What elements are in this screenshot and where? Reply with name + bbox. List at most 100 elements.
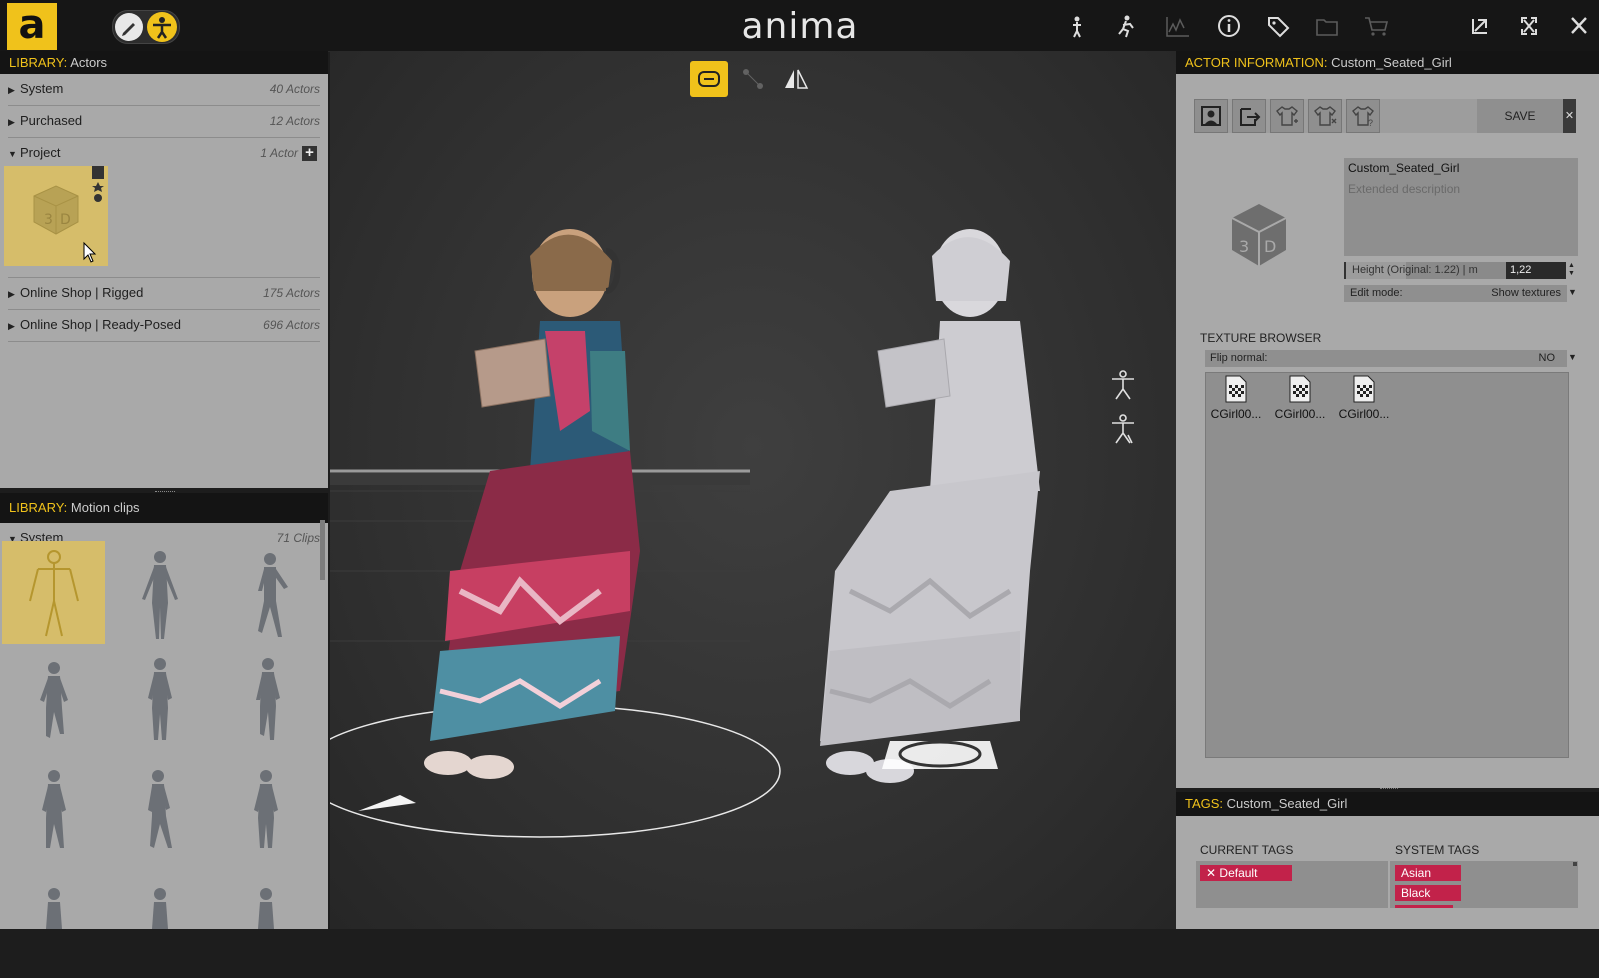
undock-icon[interactable] (1464, 12, 1494, 40)
scrollbar[interactable] (320, 520, 325, 580)
texture-file[interactable]: CGirl00... (1336, 374, 1392, 421)
tag-chip-default[interactable]: ✕ Default (1200, 865, 1292, 881)
actor-info-name: Custom_Seated_Girl (1331, 55, 1452, 70)
close-panel-button[interactable]: ✕ (1563, 99, 1576, 133)
flip-normal-value: NO (1538, 352, 1556, 364)
library-row-online-ready-posed[interactable]: ▶ Online Shop | Ready-Posed 696 Actors (8, 310, 320, 342)
motion-clip-row-partial (2, 870, 322, 929)
textured-actor-model (424, 229, 640, 779)
motion-clip-thumbnail[interactable] (214, 541, 317, 644)
system-tag-partial (1395, 905, 1453, 908)
flip-normal-select[interactable]: Flip normal: NO (1205, 350, 1567, 367)
motion-icon[interactable] (1110, 12, 1144, 40)
actor-info-header: ACTOR INFORMATION: Custom_Seated_Girl (1176, 51, 1599, 74)
svg-text:?: ? (1368, 118, 1373, 128)
export-icon[interactable] (1232, 99, 1266, 133)
texture-file-icon (1225, 375, 1247, 403)
library-prefix: LIBRARY: (9, 55, 68, 70)
dropdown-arrow-icon[interactable]: ▼ (1568, 287, 1577, 297)
expand-arrow-icon: ▶ (8, 117, 15, 127)
row-count: 175 Actors (263, 286, 320, 300)
row-label: Online Shop | Ready-Posed (20, 317, 181, 332)
tags-prefix: TAGS: (1185, 796, 1224, 811)
svg-text:D: D (60, 212, 71, 228)
close-window-icon[interactable] (1564, 12, 1594, 40)
current-tags-label: CURRENT TAGS (1200, 843, 1294, 857)
status-bar (0, 929, 1599, 978)
mode-switch[interactable] (112, 10, 180, 44)
mirror-icon[interactable] (782, 66, 810, 92)
resize-handle[interactable] (1380, 788, 1398, 791)
system-tag-asian[interactable]: Asian (1395, 865, 1461, 881)
remove-tag-icon[interactable]: ✕ (1206, 866, 1216, 880)
system-tag-black[interactable]: Black (1395, 885, 1461, 901)
collapse-arrow-icon: ▼ (8, 149, 17, 159)
texture-browser-label: TEXTURE BROWSER (1200, 331, 1322, 345)
texture-file[interactable]: CGirl00... (1272, 374, 1328, 421)
actors-library-title: Actors (70, 55, 108, 70)
height-label: Height (Original: 1.22) | m (1352, 264, 1478, 276)
graph-icon[interactable] (1161, 12, 1195, 40)
expand-arrow-icon: ▶ (8, 289, 15, 299)
tag-icon[interactable] (1261, 12, 1295, 40)
portrait-icon[interactable] (1194, 99, 1228, 133)
pose-mode-figure-icon[interactable] (147, 12, 177, 42)
flip-normal-label: Flip normal: (1210, 352, 1268, 364)
node-icon[interactable] (740, 66, 766, 92)
info-icon[interactable] (1212, 12, 1246, 40)
row-count: 696 Actors (263, 318, 320, 332)
library-row-system[interactable]: ▶ System 40 Actors (8, 74, 320, 106)
remove-cloth-icon[interactable] (1308, 99, 1342, 133)
pose-reset-icon (1112, 414, 1134, 444)
3d-viewport[interactable] (330, 51, 1176, 929)
link-toggle-button[interactable] (690, 61, 728, 97)
library-row-purchased[interactable]: ▶ Purchased 12 Actors (8, 106, 320, 138)
texture-file-icon (1353, 375, 1375, 403)
actor-icon[interactable] (1062, 12, 1096, 40)
row-label: Online Shop | Rigged (20, 285, 144, 300)
actor-name-field[interactable]: Custom_Seated_Girl (1348, 161, 1459, 175)
fullscreen-icon[interactable] (1514, 12, 1544, 40)
motion-clip-thumbnail[interactable] (108, 648, 211, 751)
row-label: Project (20, 145, 61, 160)
library-row-project[interactable]: ▼ Project 1 Actor (8, 138, 320, 169)
height-stepper-icon[interactable]: ▲ ▼ (1568, 262, 1576, 279)
texture-name: CGirl00... (1274, 407, 1326, 421)
motion-clip-thumbnail[interactable] (108, 541, 211, 644)
motion-clip-thumbnail[interactable] (214, 762, 317, 865)
height-input[interactable]: 1,22 (1506, 262, 1566, 279)
save-button[interactable]: SAVE (1477, 99, 1563, 133)
texture-file[interactable]: CGirl00... (1208, 374, 1264, 421)
cloth-help-icon[interactable]: ? (1346, 99, 1380, 133)
add-cloth-icon[interactable] (1270, 99, 1304, 133)
top-bar: a anima (0, 0, 1599, 52)
app-logo[interactable]: a (7, 3, 57, 50)
edit-mode-pencil-icon[interactable] (115, 13, 143, 41)
cart-icon[interactable] (1360, 12, 1394, 40)
motion-clip-thumbnail[interactable] (2, 541, 105, 644)
texture-name: CGirl00... (1210, 407, 1262, 421)
actor-thumbnail[interactable]: 3 D (4, 166, 108, 266)
tags-header: TAGS: Custom_Seated_Girl (1176, 792, 1599, 816)
actor-3d-icon: 3D (1226, 200, 1292, 270)
dropdown-arrow-icon[interactable]: ▼ (1568, 352, 1577, 362)
edit-mode-value: Show textures (1491, 287, 1561, 299)
description-field[interactable]: Extended description (1348, 182, 1460, 196)
texture-browser-area[interactable] (1205, 372, 1569, 758)
scrollbar[interactable] (1573, 862, 1577, 866)
row-count: 1 Actor (260, 146, 298, 160)
motion-clip-thumbnail[interactable] (108, 762, 211, 865)
expand-arrow-icon: ▶ (8, 321, 15, 331)
folder-icon[interactable] (1310, 12, 1344, 40)
untextured-actor-model (820, 229, 1040, 783)
motion-clips-title: Motion clips (70, 500, 140, 515)
add-actor-button[interactable]: + (302, 145, 317, 161)
library-row-online-rigged[interactable]: ▶ Online Shop | Rigged 175 Actors (8, 278, 320, 310)
motion-clip-thumbnail[interactable] (2, 648, 105, 751)
height-slider[interactable]: Height (Original: 1.22) | m (1344, 262, 1506, 279)
motion-clip-thumbnail[interactable] (2, 762, 105, 865)
edit-mode-select[interactable]: Edit mode: Show textures (1344, 285, 1567, 302)
motion-clips-header: LIBRARY: Motion clips (0, 493, 328, 523)
motion-clip-thumbnail[interactable] (214, 648, 317, 751)
actor-info-prefix: ACTOR INFORMATION: (1185, 55, 1328, 70)
